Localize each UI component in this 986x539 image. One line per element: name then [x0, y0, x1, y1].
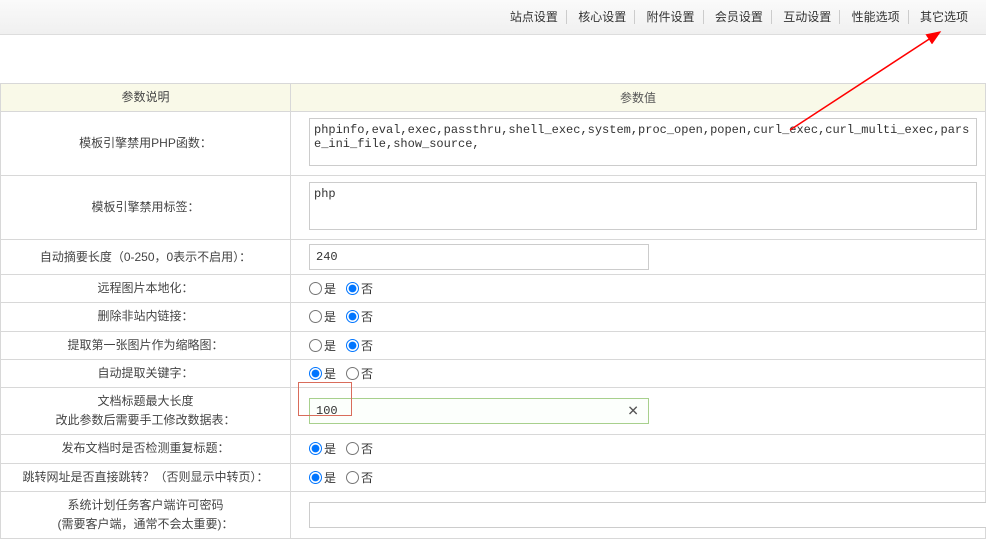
radio-dup-title-no[interactable]: 否 — [346, 440, 373, 457]
radio-auto-keywords-yes[interactable]: 是 — [309, 365, 336, 382]
radio-jump-yes[interactable]: 是 — [309, 469, 336, 486]
nav-member-settings[interactable]: 会员设置 — [707, 10, 772, 24]
label-first-img-thumb: 提取第一张图片作为缩略图： — [1, 331, 291, 359]
top-navigation: 站点设置 核心设置 附件设置 会员设置 互动设置 性能选项 其它选项 — [0, 0, 986, 35]
label-auto-summary: 自动摘要长度（0-250，0表示不启用）： — [1, 240, 291, 275]
radio-remove-external-no[interactable]: 否 — [346, 308, 373, 325]
nav-site-settings[interactable]: 站点设置 — [502, 10, 567, 24]
label-disable-php-funcs: 模板引擎禁用PHP函数： — [1, 112, 291, 176]
label-cron-password: 系统计划任务客户端许可密码 (需要客户端，通常不会太重要)： — [1, 491, 291, 538]
header-param-desc: 参数说明 — [1, 84, 291, 112]
row-jump-direct: 跳转网址是否直接跳转？（否则显示中转页）： 是 否 — [1, 463, 986, 491]
radio-first-img-no[interactable]: 否 — [346, 337, 373, 354]
radio-remove-external-yes[interactable]: 是 — [309, 308, 336, 325]
row-remote-img: 远程图片本地化： 是 否 — [1, 275, 986, 303]
clear-icon[interactable]: ✕ — [627, 403, 639, 420]
radio-remote-img-yes[interactable]: 是 — [309, 280, 336, 297]
radio-dup-title-yes[interactable]: 是 — [309, 440, 336, 457]
radio-auto-keywords-no[interactable]: 否 — [346, 365, 373, 382]
input-disable-php-funcs[interactable]: phpinfo,eval,exec,passthru,shell_exec,sy… — [309, 118, 977, 166]
radio-first-img-yes[interactable]: 是 — [309, 337, 336, 354]
row-check-dup-title: 发布文档时是否检测重复标题： 是 否 — [1, 435, 986, 463]
label-check-dup-title: 发布文档时是否检测重复标题： — [1, 435, 291, 463]
nav-performance-options[interactable]: 性能选项 — [844, 10, 909, 24]
input-cron-password[interactable] — [309, 502, 986, 528]
row-first-img-thumb: 提取第一张图片作为缩略图： 是 否 — [1, 331, 986, 359]
label-remove-external: 删除非站内链接： — [1, 303, 291, 331]
input-title-maxlen[interactable] — [309, 398, 649, 424]
input-disable-tags[interactable]: php — [309, 182, 977, 230]
nav-other-options[interactable]: 其它选项 — [912, 10, 976, 24]
row-auto-keywords: 自动提取关键字： 是 否 — [1, 359, 986, 387]
nav-interaction-settings[interactable]: 互动设置 — [775, 10, 840, 24]
label-disable-tags: 模板引擎禁用标签： — [1, 176, 291, 240]
label-title-maxlen: 文档标题最大长度 改此参数后需要手工修改数据表： — [1, 387, 291, 434]
row-title-maxlen: 文档标题最大长度 改此参数后需要手工修改数据表： ✕ — [1, 387, 986, 434]
nav-core-settings[interactable]: 核心设置 — [570, 10, 635, 24]
radio-remote-img-no[interactable]: 否 — [346, 280, 373, 297]
row-auto-summary: 自动摘要长度（0-250，0表示不启用）： — [1, 240, 986, 275]
row-disable-tags: 模板引擎禁用标签： php — [1, 176, 986, 240]
label-auto-keywords: 自动提取关键字： — [1, 359, 291, 387]
input-auto-summary[interactable] — [309, 244, 649, 270]
radio-jump-no[interactable]: 否 — [346, 469, 373, 486]
settings-table: 参数说明 参数值 模板引擎禁用PHP函数： phpinfo,eval,exec,… — [0, 83, 986, 539]
label-remote-img: 远程图片本地化： — [1, 275, 291, 303]
nav-attachment-settings[interactable]: 附件设置 — [639, 10, 704, 24]
label-jump-direct: 跳转网址是否直接跳转？（否则显示中转页）： — [1, 463, 291, 491]
row-remove-external: 删除非站内链接： 是 否 — [1, 303, 986, 331]
row-cron-password: 系统计划任务客户端许可密码 (需要客户端，通常不会太重要)： — [1, 491, 986, 538]
row-disable-php-funcs: 模板引擎禁用PHP函数： phpinfo,eval,exec,passthru,… — [1, 112, 986, 176]
header-param-value: 参数值 — [291, 84, 986, 112]
